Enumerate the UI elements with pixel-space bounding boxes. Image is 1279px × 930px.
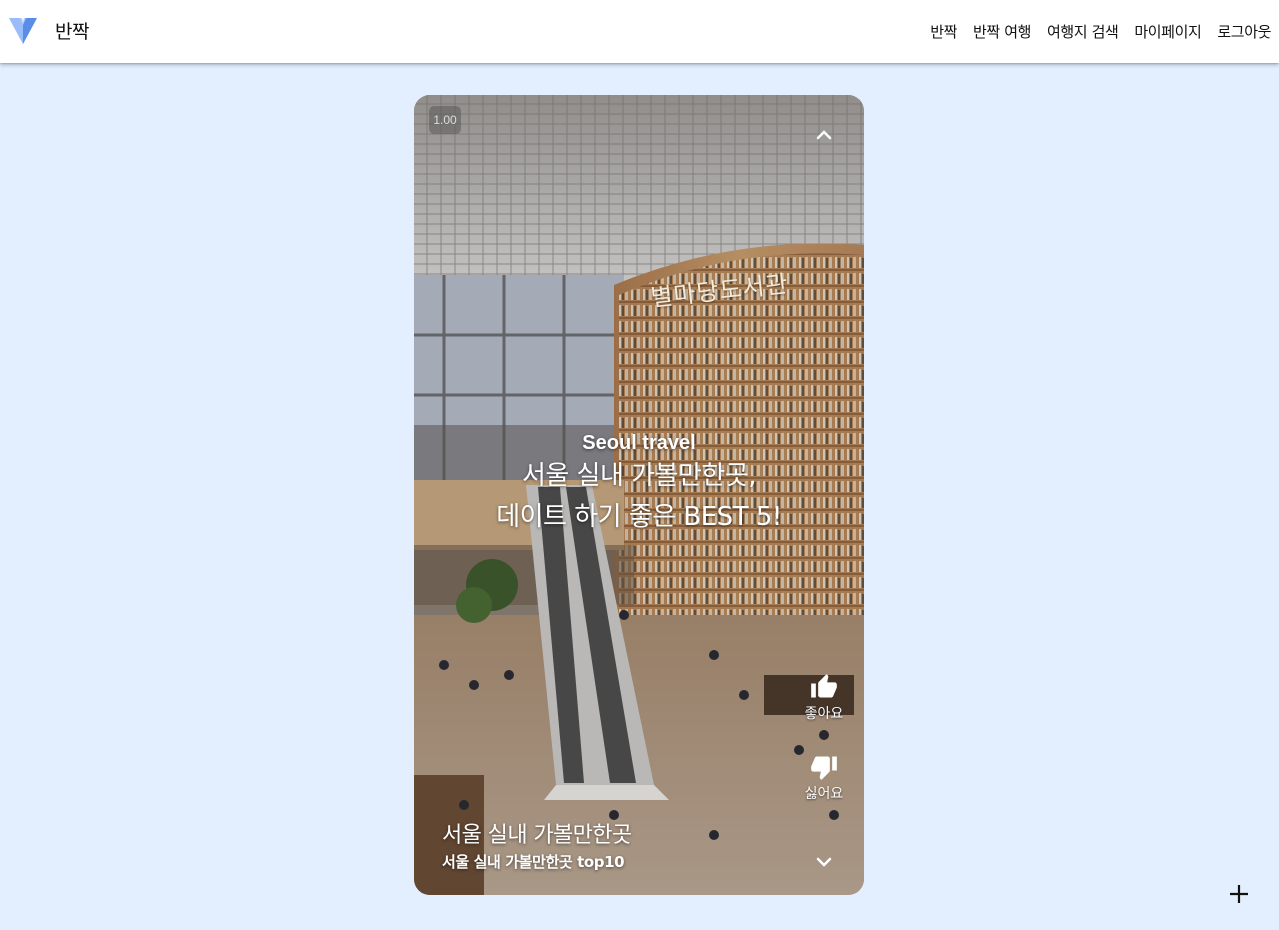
- overlay-line-2: 데이트 하기 좋은 BEST 5!: [496, 502, 782, 532]
- app-bar: 반짝 반짝 반짝 여행 여행지 검색 마이페이지 로그아웃: [0, 0, 1279, 63]
- nav-item-banjjak[interactable]: 반짝: [930, 21, 957, 42]
- chevron-down-icon[interactable]: [814, 852, 834, 872]
- chevron-up-icon[interactable]: [814, 125, 834, 145]
- thumb-down-icon: [811, 756, 837, 780]
- dislike-label: 싫어요: [804, 786, 844, 802]
- like-label: 좋아요: [804, 706, 844, 722]
- dislike-button[interactable]: 싫어요: [799, 753, 849, 803]
- nav-item-logout[interactable]: 로그아웃: [1217, 21, 1271, 42]
- short-video-card[interactable]: 별마당도서관 1.00 Seoul travel 서울 실내 가볼만한곳, 데이…: [414, 95, 864, 895]
- video-title: 서울 실내 가볼만한곳: [442, 823, 632, 848]
- overlay-line-1: 서울 실내 가볼만한곳,: [521, 461, 757, 491]
- plus-icon[interactable]: [1227, 882, 1251, 906]
- video-frame[interactable]: [414, 95, 864, 895]
- thumb-up-icon: [811, 674, 837, 698]
- nav-item-search[interactable]: 여행지 검색: [1047, 21, 1119, 42]
- overlay-heading: Seoul travel: [582, 432, 696, 454]
- video-subtitle: 서울 실내 가볼만한곳 top10: [442, 853, 625, 871]
- like-button[interactable]: 좋아요: [799, 673, 849, 723]
- top-nav: 반짝 반짝 여행 여행지 검색 마이페이지 로그아웃: [914, 0, 1271, 63]
- app-title[interactable]: 반짝: [55, 17, 89, 44]
- vuetify-logo-icon[interactable]: [9, 18, 37, 44]
- volume-indicator[interactable]: 1.00: [429, 106, 461, 134]
- nav-item-banjjak-travel[interactable]: 반짝 여행: [973, 21, 1031, 42]
- nav-item-mypage[interactable]: 마이페이지: [1134, 21, 1201, 42]
